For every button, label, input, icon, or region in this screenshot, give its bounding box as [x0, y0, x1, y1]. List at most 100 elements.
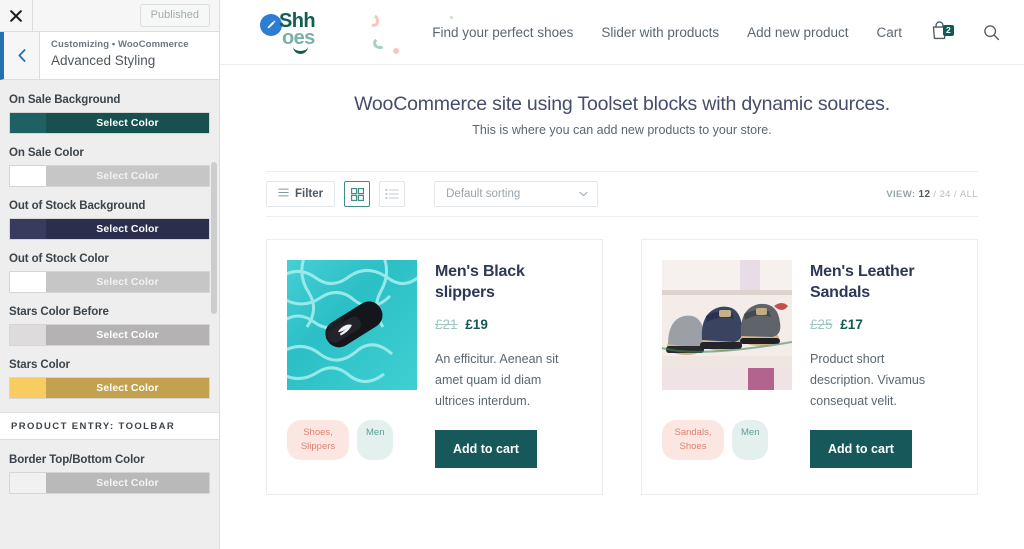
color-control: On Sale Background Select Color — [0, 94, 219, 134]
customizer-panel-titles: Customizing • WooCommerce Advanced Styli… — [40, 32, 189, 79]
sorting-select[interactable]: Default sorting — [434, 181, 599, 207]
view-option-24[interactable]: 24 — [939, 189, 950, 200]
product-info-column: Men's Leather Sandals £25 £17 Product sh… — [810, 260, 957, 474]
select-color-button[interactable]: Select Color — [9, 377, 210, 399]
product-tags: Sandals, Shoes Men — [662, 420, 792, 460]
color-swatch-preview[interactable] — [10, 219, 46, 239]
product-grid: Shoes, Slippers Men Men's Black slippers… — [266, 239, 978, 495]
product-description: Product short description. Vivamus conse… — [810, 351, 926, 409]
close-icon[interactable] — [0, 0, 33, 31]
product-price-original: £25 — [810, 316, 833, 332]
select-color-label: Select Color — [46, 272, 209, 292]
view-separator-2: / — [953, 188, 957, 200]
page-heading-block: WooCommerce site using Toolset blocks wi… — [220, 65, 1024, 137]
product-card[interactable]: Sandals, Shoes Men Men's Leather Sandals… — [641, 239, 978, 495]
product-tag-category[interactable]: Shoes, Slippers — [287, 420, 349, 460]
select-color-label: Select Color — [46, 113, 209, 133]
view-option-all[interactable]: ALL — [960, 189, 978, 200]
customizer-controls-scroll: On Sale Background Select Color On Sale Co… — [0, 80, 219, 549]
color-control: Out of Stock Background Select Color — [0, 200, 219, 240]
add-to-cart-button[interactable]: Add to cart — [810, 430, 912, 469]
select-color-button[interactable]: Select Color — [9, 271, 210, 293]
color-swatch-preview[interactable] — [10, 166, 46, 186]
filter-button-label: Filter — [295, 188, 324, 200]
select-color-label: Select Color — [46, 325, 209, 345]
product-image[interactable] — [662, 260, 792, 390]
section-heading: PRODUCT ENTRY: TOOLBAR — [0, 412, 219, 440]
product-media-column: Sandals, Shoes Men — [662, 260, 792, 474]
product-info-column: Men's Black slippers £21 £19 An efficitu… — [435, 260, 582, 474]
product-description: An efficitur. Aenean sit amet quam id di… — [435, 351, 559, 409]
product-card[interactable]: Shoes, Slippers Men Men's Black slippers… — [266, 239, 603, 495]
color-control-label: Border Top/Bottom Color — [9, 454, 145, 466]
breadcrumb: Customizing • WooCommerce — [51, 39, 189, 50]
product-title[interactable]: Men's Black slippers — [435, 262, 582, 304]
select-color-button[interactable]: Select Color — [9, 472, 210, 494]
add-to-cart-button[interactable]: Add to cart — [435, 430, 537, 469]
logo-mark: Shh oes — [260, 6, 344, 58]
product-price: £21 £19 — [435, 317, 582, 332]
sorting-value: Default sorting — [446, 188, 521, 200]
color-swatch-preview[interactable] — [10, 473, 46, 493]
select-color-button[interactable]: Select Color — [9, 324, 210, 346]
chevron-down-icon — [579, 188, 588, 200]
nav-item-add-product[interactable]: Add new product — [747, 25, 848, 40]
select-color-label: Select Color — [46, 219, 209, 239]
select-color-label: Select Color — [46, 166, 209, 186]
customizer-panel-header: Customizing • WooCommerce Advanced Styli… — [0, 32, 219, 80]
view-option-12[interactable]: 12 — [918, 189, 930, 200]
color-swatch-preview[interactable] — [10, 272, 46, 292]
site-preview: Shh oes Find your perfect shoes Slider w… — [220, 0, 1024, 549]
shop-toolbar: Filter Default sorting VIEW: 12 / 24 / A… — [266, 171, 978, 217]
select-color-button[interactable]: Select Color — [9, 218, 210, 240]
product-tag-category[interactable]: Sandals, Shoes — [662, 420, 724, 460]
filter-button[interactable]: Filter — [266, 181, 336, 207]
customizer-topbar: Published — [0, 0, 219, 32]
product-tag-type[interactable]: Men — [732, 420, 769, 460]
cart-count-badge: 2 — [943, 24, 954, 37]
publish-button[interactable]: Published — [139, 3, 210, 28]
search-icon[interactable] — [983, 24, 1000, 41]
nav-item-find-shoes[interactable]: Find your perfect shoes — [432, 25, 573, 40]
color-control: Stars Color Select Color — [0, 359, 219, 399]
select-color-label: Select Color — [46, 473, 209, 493]
list-view-icon[interactable] — [379, 181, 406, 207]
chevron-left-icon[interactable] — [4, 32, 40, 79]
nav-item-slider[interactable]: Slider with products — [601, 25, 719, 40]
product-title[interactable]: Men's Leather Sandals — [810, 262, 957, 304]
product-tags: Shoes, Slippers Men — [287, 420, 417, 460]
color-control-label: Out of Stock Color — [9, 253, 109, 265]
select-color-button[interactable]: Select Color — [9, 112, 210, 134]
view-separator-1: / — [933, 188, 937, 200]
product-price: £25 £17 — [810, 317, 957, 332]
sidebar-scrollbar[interactable] — [211, 162, 217, 314]
product-price-sale: £17 — [840, 316, 863, 332]
cart-button[interactable]: 2 — [930, 20, 954, 45]
product-media-column: Shoes, Slippers Men — [287, 260, 417, 474]
color-control-label: Out of Stock Background — [9, 200, 146, 212]
page-title: WooCommerce site using Toolset blocks wi… — [354, 93, 890, 115]
color-control-label: On Sale Color — [9, 147, 84, 159]
logo-smile-icon — [293, 46, 308, 54]
grid-view-icon[interactable] — [344, 181, 371, 207]
site-logo[interactable]: Shh oes — [260, 2, 453, 62]
view-count-switcher: VIEW: 12 / 24 / ALL — [886, 189, 978, 200]
color-swatch-preview[interactable] — [10, 325, 46, 345]
shop-area: Filter Default sorting VIEW: 12 / 24 / A… — [220, 137, 1024, 495]
view-label: VIEW: — [886, 188, 916, 200]
product-price-sale: £19 — [465, 316, 488, 332]
select-color-button[interactable]: Select Color — [9, 165, 210, 187]
product-image[interactable] — [287, 260, 417, 390]
customizer-preview-app: Published Customizing • WooCommerce Adva… — [0, 0, 1024, 549]
color-control: Out of Stock Color Select Color — [0, 253, 219, 293]
color-control: Stars Color Before Select Color — [0, 306, 219, 346]
color-control-label: Stars Color Before — [9, 306, 109, 318]
primary-nav: Find your perfect shoes Slider with prod… — [432, 20, 1000, 45]
decorative-pink-dot-icon — [393, 48, 399, 54]
nav-item-cart[interactable]: Cart — [876, 25, 902, 40]
decorative-pink-arc-icon — [366, 12, 381, 29]
color-swatch-preview[interactable] — [10, 113, 46, 133]
product-price-original: £21 — [435, 316, 458, 332]
color-swatch-preview[interactable] — [10, 378, 46, 398]
product-tag-type[interactable]: Men — [357, 420, 394, 460]
